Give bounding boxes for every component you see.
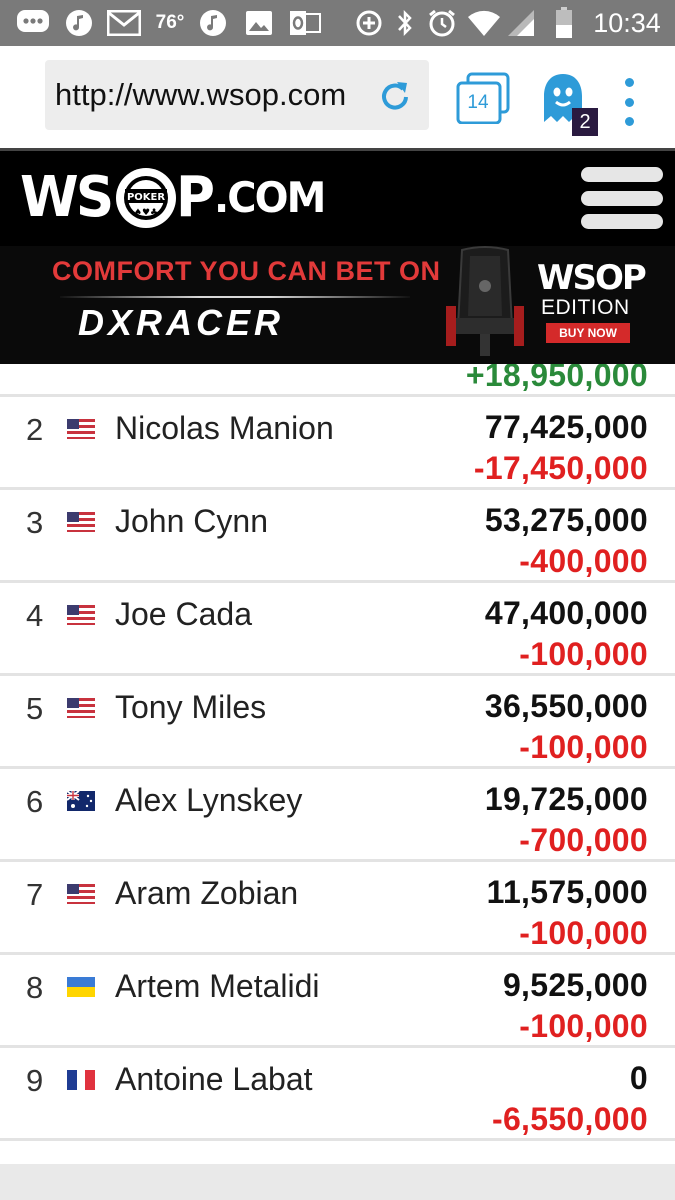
ghostery-badge: 2 bbox=[572, 108, 598, 136]
chip-change: -100,000 bbox=[519, 915, 648, 951]
rank: 7 bbox=[26, 877, 44, 912]
table-row[interactable]: 4 Joe Cada 47,400,000 -100,000 bbox=[0, 586, 675, 676]
player-name[interactable]: John Cynn bbox=[115, 503, 268, 540]
wsop-logo[interactable]: WS POKER ♠♥♣ P .COM bbox=[20, 165, 330, 231]
browser-toolbar: http://www.wsop.com 14 2 bbox=[0, 46, 675, 148]
table-row[interactable]: 8 Artem Metalidi 9,525,000 -100,000 bbox=[0, 958, 675, 1048]
temperature-label: 76° bbox=[155, 12, 185, 33]
player-name[interactable]: Antoine Labat bbox=[115, 1061, 313, 1098]
gmail-icon bbox=[106, 0, 142, 46]
music-icon bbox=[198, 0, 228, 46]
player-name[interactable]: Artem Metalidi bbox=[115, 968, 320, 1005]
chip-change: -100,000 bbox=[519, 1008, 648, 1044]
us-flag-icon bbox=[67, 605, 95, 625]
fr-flag-icon bbox=[67, 1070, 95, 1090]
chip-count: 0 bbox=[629, 1060, 648, 1096]
player-name[interactable]: Joe Cada bbox=[115, 596, 252, 633]
rank: 2 bbox=[26, 412, 44, 447]
image-icon bbox=[244, 0, 274, 46]
us-flag-icon bbox=[67, 419, 95, 439]
svg-text:POKER: POKER bbox=[127, 192, 165, 203]
page-footer-strip bbox=[0, 1164, 675, 1200]
chip-count: 11,575,000 bbox=[486, 874, 648, 910]
chip-count: 53,275,000 bbox=[484, 502, 648, 538]
bluetooth-icon bbox=[392, 0, 418, 46]
battery-icon bbox=[552, 0, 576, 46]
rank: 9 bbox=[26, 1063, 44, 1098]
dxracer-banner-ad[interactable]: COMFORT YOU CAN BET ON DXRACER WSOP EDIT… bbox=[0, 246, 675, 364]
chip-change: -700,000 bbox=[519, 822, 648, 858]
music-icon bbox=[64, 0, 94, 46]
player-name[interactable]: Alex Lynskey bbox=[115, 782, 302, 819]
chip-change: -100,000 bbox=[519, 636, 648, 672]
ghostery-button[interactable]: 2 bbox=[540, 72, 600, 138]
chat-icon bbox=[16, 0, 50, 46]
gaming-chair-image bbox=[446, 246, 524, 356]
table-row[interactable]: 7 Aram Zobian 11,575,000 -100,000 bbox=[0, 865, 675, 955]
table-row[interactable]: 1Michael Dyer136,300,000+18,950,000 bbox=[0, 364, 675, 397]
us-flag-icon bbox=[67, 884, 95, 904]
reload-icon[interactable] bbox=[377, 78, 413, 114]
chip-count-table: 1Michael Dyer136,300,000+18,950,000 2 Nico… bbox=[0, 364, 675, 1164]
status-bar: 76° 10:34 bbox=[0, 0, 675, 46]
overflow-menu-icon[interactable] bbox=[614, 78, 644, 126]
clock-time: 10:34 bbox=[593, 7, 661, 38]
data-saver-icon bbox=[354, 0, 384, 46]
banner-divider bbox=[60, 296, 410, 298]
chip-count: 47,400,000 bbox=[484, 595, 648, 631]
table-row[interactable]: 9 Antoine Labat 0 -6,550,000 bbox=[0, 1051, 675, 1141]
wsop-edition-logo: WSOP bbox=[537, 258, 647, 298]
signal-icon bbox=[506, 0, 536, 46]
rank: 4 bbox=[26, 598, 44, 633]
chip-change: -100,000 bbox=[519, 729, 648, 765]
banner-tagline: COMFORT YOU CAN BET ON bbox=[52, 256, 441, 286]
player-name[interactable]: Aram Zobian bbox=[115, 875, 298, 912]
tabs-button[interactable]: 14 bbox=[456, 72, 512, 124]
table-row[interactable]: 2 Nicolas Manion 77,425,000 -17,450,000 bbox=[0, 400, 675, 490]
url-bar[interactable]: http://www.wsop.com bbox=[45, 60, 429, 130]
ua-flag-icon bbox=[67, 977, 95, 997]
dxracer-logo: DXRACER bbox=[78, 302, 285, 343]
chip-count: 36,550,000 bbox=[484, 688, 648, 724]
chip-count: 77,425,000 bbox=[484, 409, 648, 445]
buy-now-button[interactable]: BUY NOW bbox=[546, 323, 630, 343]
us-flag-icon bbox=[67, 512, 95, 532]
chip-change: +18,950,000 bbox=[465, 364, 648, 393]
rank: 3 bbox=[26, 505, 44, 540]
rank: 6 bbox=[26, 784, 44, 819]
chip-change: -6,550,000 bbox=[491, 1101, 648, 1137]
table-row[interactable]: 6 Alex Lynskey 19,725,000 -700,000 bbox=[0, 772, 675, 862]
player-name[interactable]: Tony Miles bbox=[115, 689, 266, 726]
table-row[interactable]: 3 John Cynn 53,275,000 -400,000 bbox=[0, 493, 675, 583]
tab-count: 14 bbox=[467, 92, 489, 113]
table-row[interactable]: 5 Tony Miles 36,550,000 -100,000 bbox=[0, 679, 675, 769]
chip-count: 19,725,000 bbox=[484, 781, 648, 817]
wifi-icon bbox=[466, 0, 502, 46]
poker-chip-icon: POKER ♠♥♣ bbox=[116, 168, 177, 228]
rank: 5 bbox=[26, 691, 44, 726]
chip-change: -17,450,000 bbox=[473, 450, 648, 486]
edition-label: EDITION bbox=[541, 296, 630, 319]
player-name[interactable]: Nicolas Manion bbox=[115, 410, 334, 447]
us-flag-icon bbox=[67, 698, 95, 718]
url-text[interactable]: http://www.wsop.com bbox=[55, 60, 380, 130]
chip-change: -400,000 bbox=[519, 543, 648, 579]
au-flag-icon bbox=[66, 790, 95, 811]
chip-count: 9,525,000 bbox=[502, 967, 648, 1003]
svg-text:♠♥♣: ♠♥♣ bbox=[134, 208, 158, 218]
hamburger-menu-icon[interactable] bbox=[581, 167, 663, 229]
rank: 8 bbox=[26, 970, 44, 1005]
site-header: WS POKER ♠♥♣ P .COM bbox=[0, 148, 675, 246]
alarm-icon bbox=[426, 0, 458, 46]
outlook-icon bbox=[288, 0, 322, 46]
